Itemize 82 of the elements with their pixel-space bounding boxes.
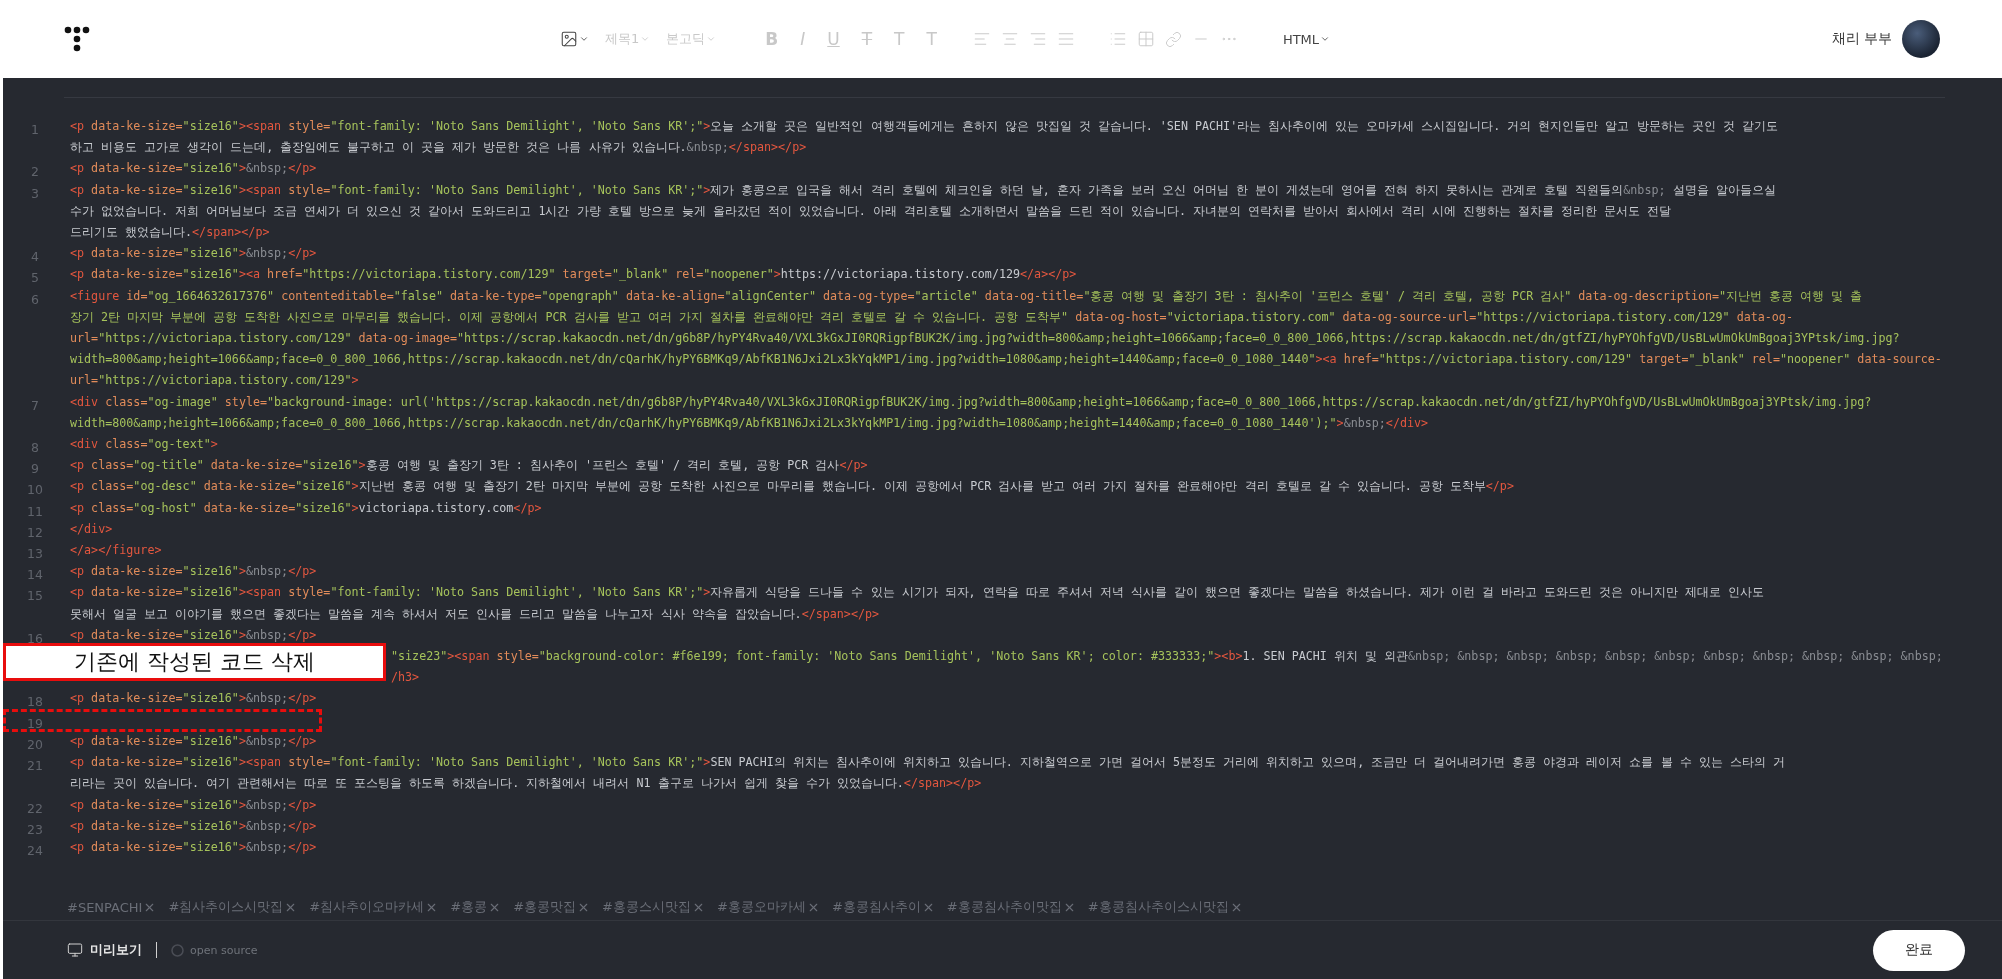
code-line: 못해서 얼굴 보고 이야기를 했으면 좋겠다는 말씀을 계속 하셔서 저도 인사를 드리고 말씀을 나누고자 식사 약속을 잡았습니다.</span></p> bbox=[70, 605, 881, 623]
logo-icon[interactable] bbox=[64, 26, 90, 52]
code-line: 장기 2탄 마지막 부분에 공항 도착한 사진으로 마무리를 했습니다. 이제 공항에서 PCR 검사를 받고 여러 가지 절차를 완료해야만 격리 호텔로 갈 수 있습니다. 공항 도착부" data-og-host="victoriapa.tistory.com" data-og-source-url="https://victoriapa.tistory.com/129" data-og- bbox=[70, 308, 1794, 326]
code-line: <p class="og-host" data-ke-size="size16">victoriapa.tistory.com</p> bbox=[70, 499, 543, 517]
code-line: <p class="og-title" data-ke-size="size16">홍콩 여행 및 출장기 3탄 : 침사추이 '프린스 호텔' / 격리 호텔, 공항 PCR 검사</p> bbox=[70, 457, 869, 475]
line-number: 3 bbox=[31, 184, 39, 203]
code-line: <p data-ke-size="size16"><span style="font-family: 'Noto Sans Demilight', 'Noto Sans KR';">제가 홍콩으로 입국을 해서 격리 호텔에 체크인을 하던 날, 혼자 가족을 보러 오신 어머님 한 분이 게셨는데 영어를 전혀 하지 못하시는 관계로 호텔 직원들의&nbsp; 설명을 알아들으실 bbox=[70, 181, 1777, 199]
code-line: <p data-ke-size="size16">&nbsp;</p> bbox=[70, 817, 318, 835]
line-number: 10 bbox=[27, 481, 43, 500]
code-line: <p data-ke-size="size16">&nbsp;</p> bbox=[70, 245, 318, 263]
table-icon[interactable] bbox=[1136, 30, 1155, 48]
line-number: 21 bbox=[27, 757, 43, 776]
code-line: width=800&amp;height=1066&amp;face=0_0_800_1066,https://scrap.kakaocdn.net/dn/cQarhK/hyPY6BMKq9/AbfKB1N6Jxi2Lx3kYqkMP1/img.jpg?width=1080&amp;height=1440&amp;face=0_0_1080_1440"><a href="https://victoriapa.tistory.com/129" target="_blank" rel="noopener" data-source- bbox=[70, 351, 1943, 369]
caret-icon bbox=[1320, 34, 1331, 44]
code-line: width=800&amp;height=1066&amp;face=0_0_800_1066,https://scrap.kakaocdn.net/dn/cQarhK/hyPY6BMKq9/AbfKB1N6Jxi2Lx3kYqkMP1/img.jpg?width=1080&amp;height=1440&amp;face=0_0_1080_1440');">&nbsp;</div> bbox=[70, 414, 1430, 432]
code-line: <figure id="og_1664632617376" contenteditable="false" data-ke-type="opengraph" data-ke-align="alignCenter" data-og-type="article" data-og-title="홍콩 여행 및 출장기 3탄 : 침사추이 '프린스 호텔' / 격리 호텔, 공항 PCR 검사" data-og-description="지난번 홍콩 여행 및 출 bbox=[70, 287, 1864, 305]
line-number: 19 bbox=[27, 714, 43, 733]
code-line: <p class="og-desc" data-ke-size="size16">지난번 홍콩 여행 및 출장기 2탄 마지막 부분에 공항 도착한 사진으로 마무리를 했습니다. 이제 공항에서 PCR 검사를 받고 여러 가지 절차를 완료해야만 격리 호텔로 갈 수 있습니다. 공항 도착부</p> bbox=[70, 478, 1515, 496]
line-number: 6 bbox=[31, 290, 39, 309]
code-line: <p data-ke-size="size16"><span style="font-family: 'Noto Sans Demilight', 'Noto Sans KR';">SEN PACHI의 위치는 침사추이에 위치하고 있습니다. 지하철역으로 가면 걸어서 5분정도 거리에 위치하고 있으며, 조금만 더 걸어내려가면 홍콩 야경과 레이저 쇼를 볼 수 있는 스타의 거 bbox=[70, 754, 1786, 772]
tag[interactable]: #홍콩침사추이맛집 bbox=[946, 898, 1076, 916]
caret-icon bbox=[640, 34, 651, 44]
monitor-icon bbox=[67, 942, 83, 958]
code-line: <p data-ke-size="size16">&nbsp;</p> bbox=[70, 732, 318, 750]
line-number: 4 bbox=[31, 248, 39, 267]
line-number: 15 bbox=[27, 587, 43, 606]
tag[interactable]: #홍콩맛집 bbox=[513, 898, 591, 916]
code-line: <p data-ke-size="size16"><span style="font-family: 'Noto Sans Demilight', 'Noto Sans KR';">자유롭게 식당을 드나들 수 있는 시기가 되자, 연락을 따로 주셔서 저녁 식사를 같이 했으면 좋겠다는 말씀을 하셨습니다. 제가 이런 걸 바라고 도와드린 것은 아니지만 제대로 인사도 bbox=[70, 584, 1766, 602]
open-source-link[interactable]: open source bbox=[171, 943, 258, 957]
link-icon[interactable] bbox=[1164, 30, 1182, 48]
line-number: 7 bbox=[31, 396, 39, 415]
line-number: 9 bbox=[31, 460, 39, 479]
line-number: 1 bbox=[31, 121, 39, 139]
line-number: 11 bbox=[27, 502, 43, 521]
line-number: 14 bbox=[27, 566, 43, 585]
code-line: <p data-ke-size="size16">&nbsp;</p> bbox=[70, 626, 318, 644]
line-number: 20 bbox=[27, 735, 43, 754]
code-line: 하고 비용도 고가로 생각이 드는데, 출장임에도 불구하고 이 곳을 제가 방문한 것은 나름 사유가 있습니다.&nbsp;</span></p> bbox=[70, 139, 808, 157]
done-button[interactable]: 완료 bbox=[1873, 929, 1965, 971]
line-number: 23 bbox=[27, 820, 43, 839]
annotation-label: 기존에 작성된 코드 삭제 bbox=[3, 643, 386, 682]
line-number: 22 bbox=[27, 799, 43, 818]
code-line: url="https://victoriapa.tistory.com/129"> bbox=[70, 372, 360, 390]
code-line: <div class="og-image" style="background-image: url('https://scrap.kakaocdn.net/dn/g6b8P/hyPY4Rva40/VXL3kGxJI0RQRigpfBUK2K/img.jpg?width=800&amp;height=1066&amp;face=0_0_800_1066,https://scrap.kakaocdn.net/dn/gtfZI/hyPYOhfgVD/UsBLwUmOkUmBgoaj3YPtsk/img.jpg? bbox=[70, 393, 1873, 411]
caret-icon bbox=[579, 34, 589, 44]
tag[interactable]: #홍콩 bbox=[450, 898, 502, 916]
code-line: url="https://victoriapa.tistory.com/129" data-og-image="https://scrap.kakaocdn.net/dn/g6b8P/hyPY4Rva40/VXL3kGxJI0RQRigpfBUK2K/img.jpg?width=800&amp;height=1066&amp;face=0_0_800_1066,https://scrap.kakaocdn.net/dn/gtfZI/hyPYOhfgVD/UsBLwUmOkUmBgoaj3YPtsk/img.jpg? bbox=[70, 330, 1901, 348]
code-line: <p data-ke-size="size16">&nbsp;</p> bbox=[70, 796, 318, 814]
code-line: <p data-ke-size="size16">&nbsp;</p> bbox=[70, 690, 318, 708]
code-line: <p data-ke-size="size16">&nbsp;</p> bbox=[70, 563, 318, 581]
tag[interactable]: #홍콩스시맛집 bbox=[602, 898, 705, 916]
code-line: <p data-ke-size="size16"><a href="https://victoriapa.tistory.com/129" target="_blank" rel="noopener">https://victoriapa.tistory.com/129</a></p> bbox=[70, 266, 1078, 284]
user-name[interactable]: 채리 부부 bbox=[1831, 30, 1892, 48]
code-line: </div> bbox=[70, 520, 114, 538]
line-number: 5 bbox=[31, 269, 39, 288]
avatar[interactable] bbox=[1902, 20, 1940, 58]
caret-icon bbox=[706, 34, 717, 44]
tag[interactable]: #침사추이오마카세 bbox=[309, 898, 439, 916]
line-number: 18 bbox=[27, 693, 43, 712]
tag[interactable]: #홍콩침사추이스시맛집 bbox=[1087, 898, 1243, 916]
tag[interactable]: #홍콩오마카세 bbox=[717, 898, 820, 916]
code-line: 수가 없었습니다. 저희 어머님보다 조금 연세가 더 있으신 것 같아서 도와드리고 1시간 가량 호텔 방으로 늦게 올라갔던 적이 있었습니다. 아래 격리호텔 소개하면서 말씀을 드린 적이 있습니다. 자녀분의 연락처를 받아서 회사에서 격리 시에 진행하는 절차를 정리한 문서도 전달 bbox=[70, 202, 1673, 220]
code-line: </a></figure> bbox=[70, 542, 163, 560]
tag[interactable]: #SENPACHI bbox=[67, 899, 157, 915]
preview-button[interactable]: 미리보기 bbox=[67, 941, 142, 959]
code-line: <p data-ke-size="size16">&nbsp;</p> bbox=[70, 838, 318, 856]
code-line: /h3> bbox=[391, 669, 421, 687]
line-number: 12 bbox=[27, 523, 43, 542]
tag[interactable]: #홍콩침사추이 bbox=[831, 898, 935, 916]
code-line: <p data-ke-size="size16"><span style="font-family: 'Noto Sans Demilight', 'Noto Sans KR';">오늘 소개할 곳은 일반적인 여행객들에게는 흔하지 않은 맛집일 것 같습니다. 'SEN PACHI'라는 침사추이에 있는 오마카세 스시집입니다. 거의 현지인들만 알고 방문하는 곳인 것 같기도 bbox=[70, 118, 1779, 135]
circle-icon bbox=[171, 943, 184, 957]
line-number: 2 bbox=[31, 163, 39, 182]
code-line: <div class="og-text"> bbox=[70, 436, 219, 454]
image-icon bbox=[560, 30, 578, 48]
line-number: 8 bbox=[31, 439, 39, 458]
line-number: 13 bbox=[27, 545, 43, 564]
tag[interactable]: #침사추이스시맛집 bbox=[168, 898, 298, 916]
line-number: 24 bbox=[27, 841, 43, 860]
code-line: <p data-ke-size="size16">&nbsp;</p> bbox=[70, 160, 318, 178]
code-line: "size23"><span style="background-color: #f6e199; font-family: 'Noto Sans Demilight', 'Noto Sans KR'; color: #333333;"><b>1. SEN PACHI 위치 및 외관&nbsp; &nbsp; &nbsp; &nbsp; &nbsp; &nbsp; &nbsp; &nbsp; &nbsp; &nbsp; &nbsp; bbox=[391, 648, 1944, 666]
code-line: 드리기도 했었습니다.</span></p> bbox=[70, 224, 271, 241]
code-line: 리라는 곳이 있습니다. 여기 관련해서는 따로 또 포스팅을 하도록 하겠습니다. 지하철에서 내려서 N1 출구로 나가서 쉽게 찾을 수가 있었습니다.</span></p> bbox=[70, 775, 983, 793]
